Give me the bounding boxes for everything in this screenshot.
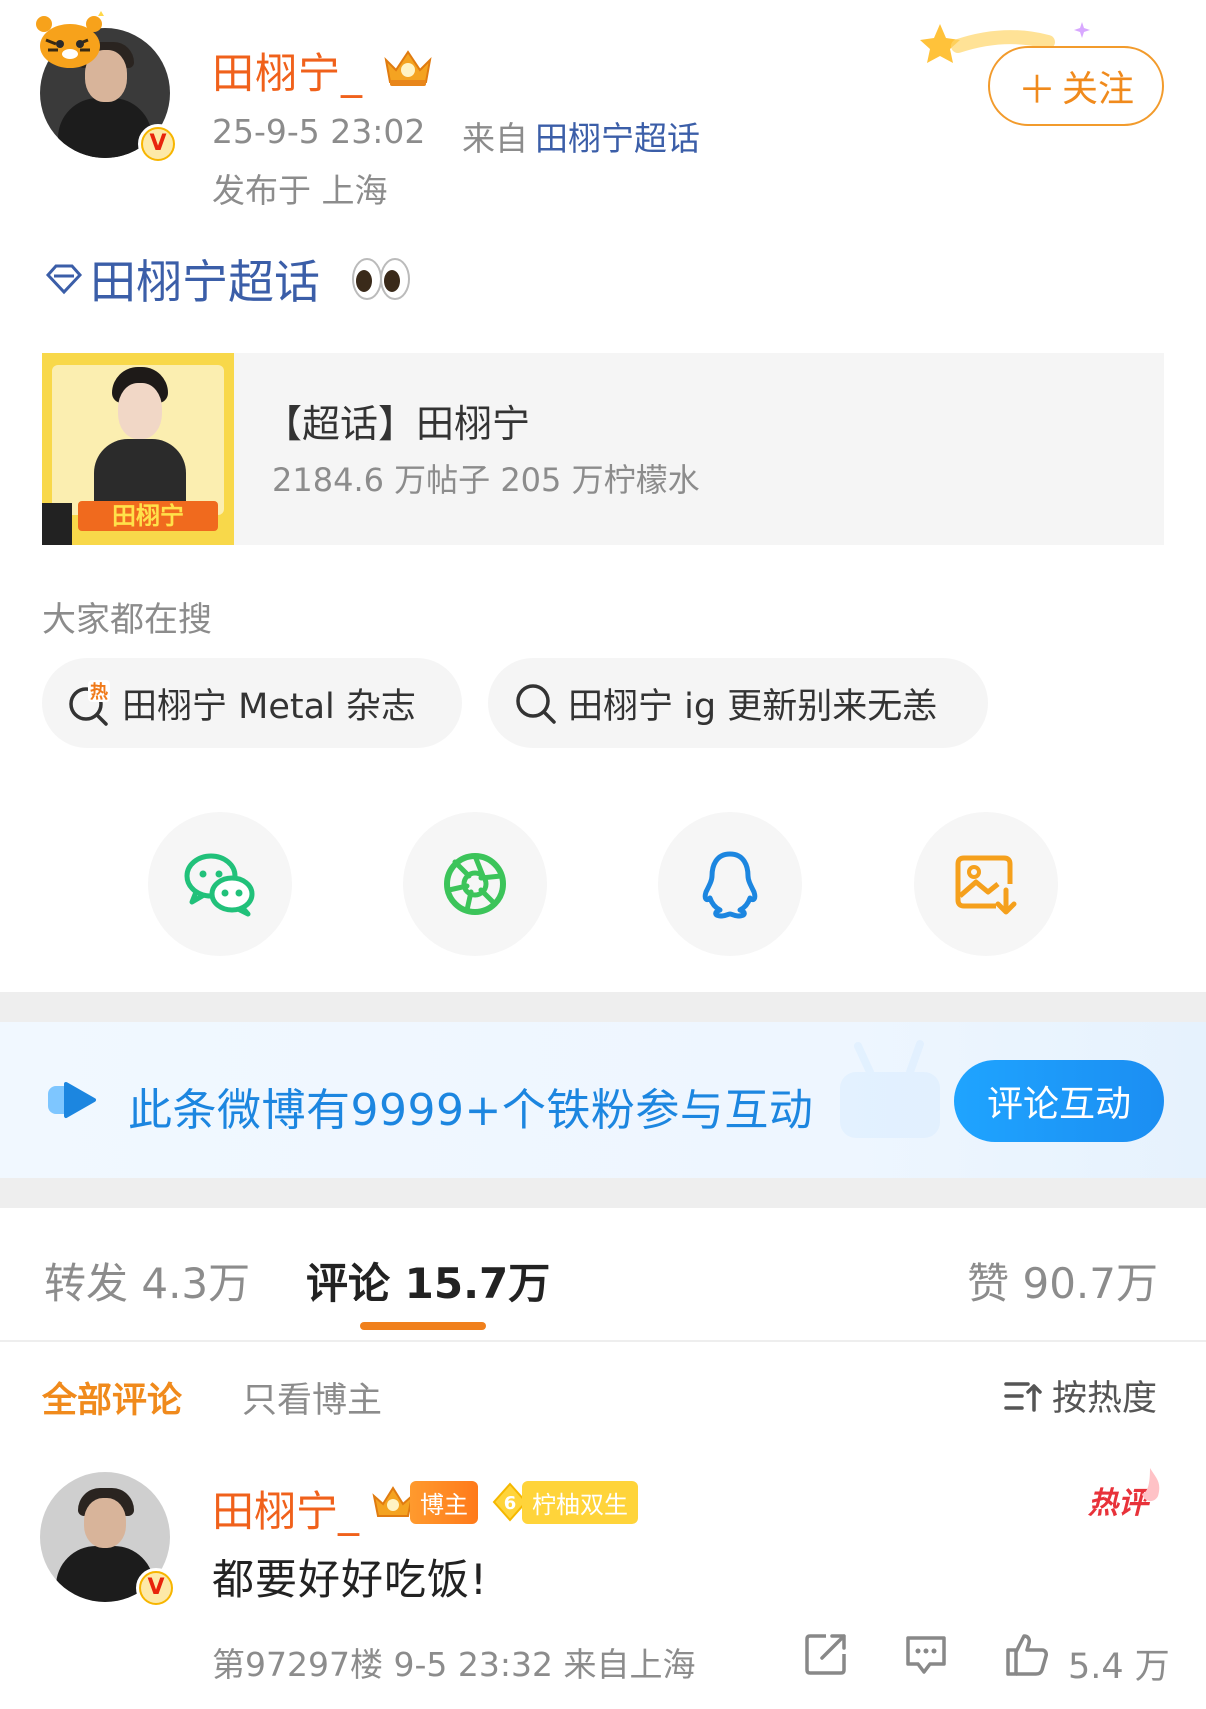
follow-label: 关注 xyxy=(1062,69,1135,110)
crown-icon xyxy=(384,50,432,86)
filter-all-comments[interactable]: 全部评论 xyxy=(42,1372,182,1423)
sort-by-hot-button[interactable]: 按热度 xyxy=(1002,1370,1157,1421)
super-topic-text: 田栩宁超话 xyxy=(90,255,320,309)
iron-fans-banner: 此条微博有9999+个铁粉参与互动 评论互动 xyxy=(0,1022,1206,1178)
section-divider xyxy=(0,992,1206,1022)
comment-author-name[interactable]: 田栩宁_ xyxy=(212,1478,359,1539)
play-arrow-icon xyxy=(48,1082,96,1118)
comment-avatar[interactable]: V xyxy=(40,1472,176,1608)
comment-like-count: 5.4 万 xyxy=(1068,1647,1170,1687)
sort-icon xyxy=(1004,1381,1042,1412)
svg-text:6: 6 xyxy=(504,1493,517,1514)
author-name[interactable]: 田栩宁_ xyxy=(212,40,363,101)
search-chip-metal[interactable]: 热 田栩宁 Metal 杂志 xyxy=(42,658,462,748)
share-qq-button[interactable] xyxy=(658,812,802,956)
filter-owner-only[interactable]: 只看博主 xyxy=(242,1372,382,1423)
topic-card-title: 【超话】田栩宁 xyxy=(264,402,531,446)
tab-repost[interactable]: 转发 4.3万 xyxy=(44,1250,250,1311)
save-image-button[interactable] xyxy=(914,812,1058,956)
topic-cover-label: 田栩宁 xyxy=(78,501,218,531)
diamond-icon xyxy=(45,264,83,295)
svg-text:热: 热 xyxy=(90,681,108,703)
topic-card-stats: 2184.6 万帖子 205 万柠檬水 xyxy=(272,461,700,499)
active-tab-indicator xyxy=(360,1322,486,1330)
comment-text: 都要好好吃饭! xyxy=(212,1555,488,1604)
tab-like[interactable]: 赞 90.7万 xyxy=(967,1250,1158,1311)
plus-icon: ＋ xyxy=(1017,67,1056,112)
eyes-emoji-icon xyxy=(352,258,410,300)
moments-icon xyxy=(444,853,506,915)
owner-badge-label: 博主 xyxy=(410,1480,478,1524)
verified-v-icon: V xyxy=(138,124,178,164)
tab-divider xyxy=(0,1340,1206,1342)
hot-search-icon: 热 xyxy=(69,680,110,726)
owner-badge: 博主 xyxy=(370,1480,478,1524)
search-chip-ig[interactable]: 田栩宁 ig 更新别来无恙 xyxy=(488,658,988,748)
post-source-link[interactable]: 田栩宁超话 xyxy=(535,112,700,160)
tv-decoration-icon xyxy=(840,1040,940,1138)
topic-cover-image: 田栩宁 xyxy=(42,353,234,545)
search-chip-label: 田栩宁 ig 更新别来无恙 xyxy=(568,686,938,727)
follow-button[interactable]: ＋ 关注 xyxy=(988,46,1164,126)
fan-group-label: 柠柚双生 xyxy=(522,1480,638,1524)
tiger-avatar-frame-icon xyxy=(36,11,104,68)
wechat-icon xyxy=(184,853,255,917)
author-avatar[interactable]: V xyxy=(36,11,178,164)
qq-icon xyxy=(702,851,758,919)
share-wechat-button[interactable] xyxy=(148,812,292,956)
trending-search-heading: 大家都在搜 xyxy=(42,600,212,640)
save-image-icon xyxy=(955,855,1017,915)
super-topic-card[interactable]: 田栩宁 【超话】田栩宁 2184.6 万帖子 205 万柠檬水 xyxy=(42,353,1164,545)
like-thumb-icon[interactable] xyxy=(1002,1630,1050,1678)
flame-icon xyxy=(1142,1468,1160,1502)
tab-comment[interactable]: 评论 15.7万 xyxy=(306,1250,550,1311)
sort-label: 按热度 xyxy=(1052,1379,1158,1419)
section-divider xyxy=(0,1178,1206,1208)
reply-icon[interactable] xyxy=(902,1630,950,1678)
share-moments-button[interactable] xyxy=(403,812,547,956)
post-time: 25-9-5 23:02 xyxy=(212,112,426,151)
verified-v-icon: V xyxy=(136,1568,176,1608)
search-chip-label: 田栩宁 Metal 杂志 xyxy=(122,686,416,727)
comment-meta: 第97297楼 9-5 23:32 来自上海 xyxy=(212,1645,696,1684)
post-source-prefix: 来自 xyxy=(462,119,528,158)
iron-fans-text: 此条微博有9999+个铁粉参与互动 xyxy=(128,1085,814,1136)
repost-icon[interactable] xyxy=(802,1630,850,1678)
search-icon xyxy=(516,684,556,724)
super-topic-link[interactable]: 田栩宁超话 xyxy=(44,246,412,312)
comment-interact-button[interactable]: 评论互动 xyxy=(954,1060,1164,1142)
fan-group-badge[interactable]: 6 柠柚双生 xyxy=(490,1480,638,1524)
post-location: 发布于 上海 xyxy=(212,171,388,210)
